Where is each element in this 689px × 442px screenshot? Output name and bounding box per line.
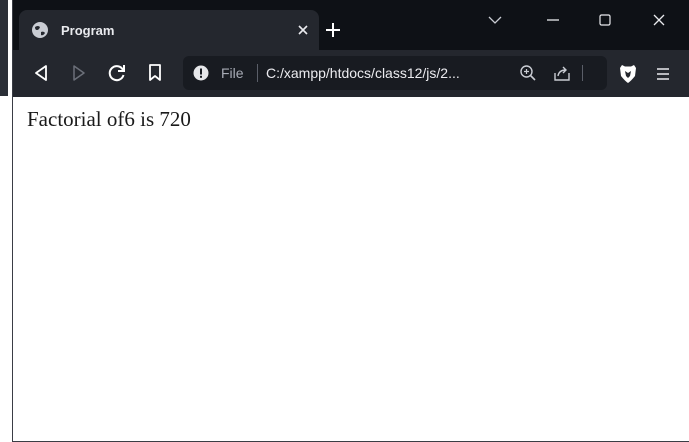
page-content: Factorial of6 is 720 [13, 97, 689, 442]
scheme-label: File [221, 65, 244, 81]
desktop-background [0, 0, 12, 442]
background-window-edge [0, 0, 8, 96]
bookmark-icon[interactable] [141, 59, 169, 87]
tab-program[interactable]: Program [19, 10, 319, 50]
brave-shield-icon[interactable] [619, 64, 637, 84]
title-bar: Program [13, 0, 689, 50]
back-triangle-icon[interactable] [27, 59, 55, 87]
reload-icon[interactable] [103, 59, 131, 87]
address-separator-2 [582, 65, 583, 81]
hamburger-menu-icon[interactable] [651, 62, 675, 86]
maximize-icon[interactable] [585, 6, 625, 34]
chevron-down-icon[interactable] [475, 6, 515, 34]
address-separator [257, 64, 258, 82]
close-window-icon[interactable] [639, 6, 679, 34]
forward-triangle-icon [65, 59, 93, 87]
globe-icon [31, 21, 49, 39]
navigation-toolbar: File C:/xampp/htdocs/class12/js/2... [13, 50, 689, 97]
minimize-icon[interactable] [533, 6, 573, 34]
info-icon[interactable] [193, 65, 209, 81]
zoom-icon[interactable] [519, 64, 537, 82]
address-bar[interactable]: File C:/xampp/htdocs/class12/js/2... [183, 56, 607, 90]
browser-window: Program File C:/xampp/htdocs/class12/js/… [12, 0, 689, 442]
close-icon[interactable] [293, 20, 313, 40]
url-text[interactable]: C:/xampp/htdocs/class12/js/2... [266, 65, 496, 81]
share-icon[interactable] [553, 64, 571, 82]
factorial-output-text: Factorial of6 is 720 [27, 107, 191, 131]
tab-title: Program [61, 22, 115, 38]
plus-icon[interactable] [321, 18, 345, 42]
